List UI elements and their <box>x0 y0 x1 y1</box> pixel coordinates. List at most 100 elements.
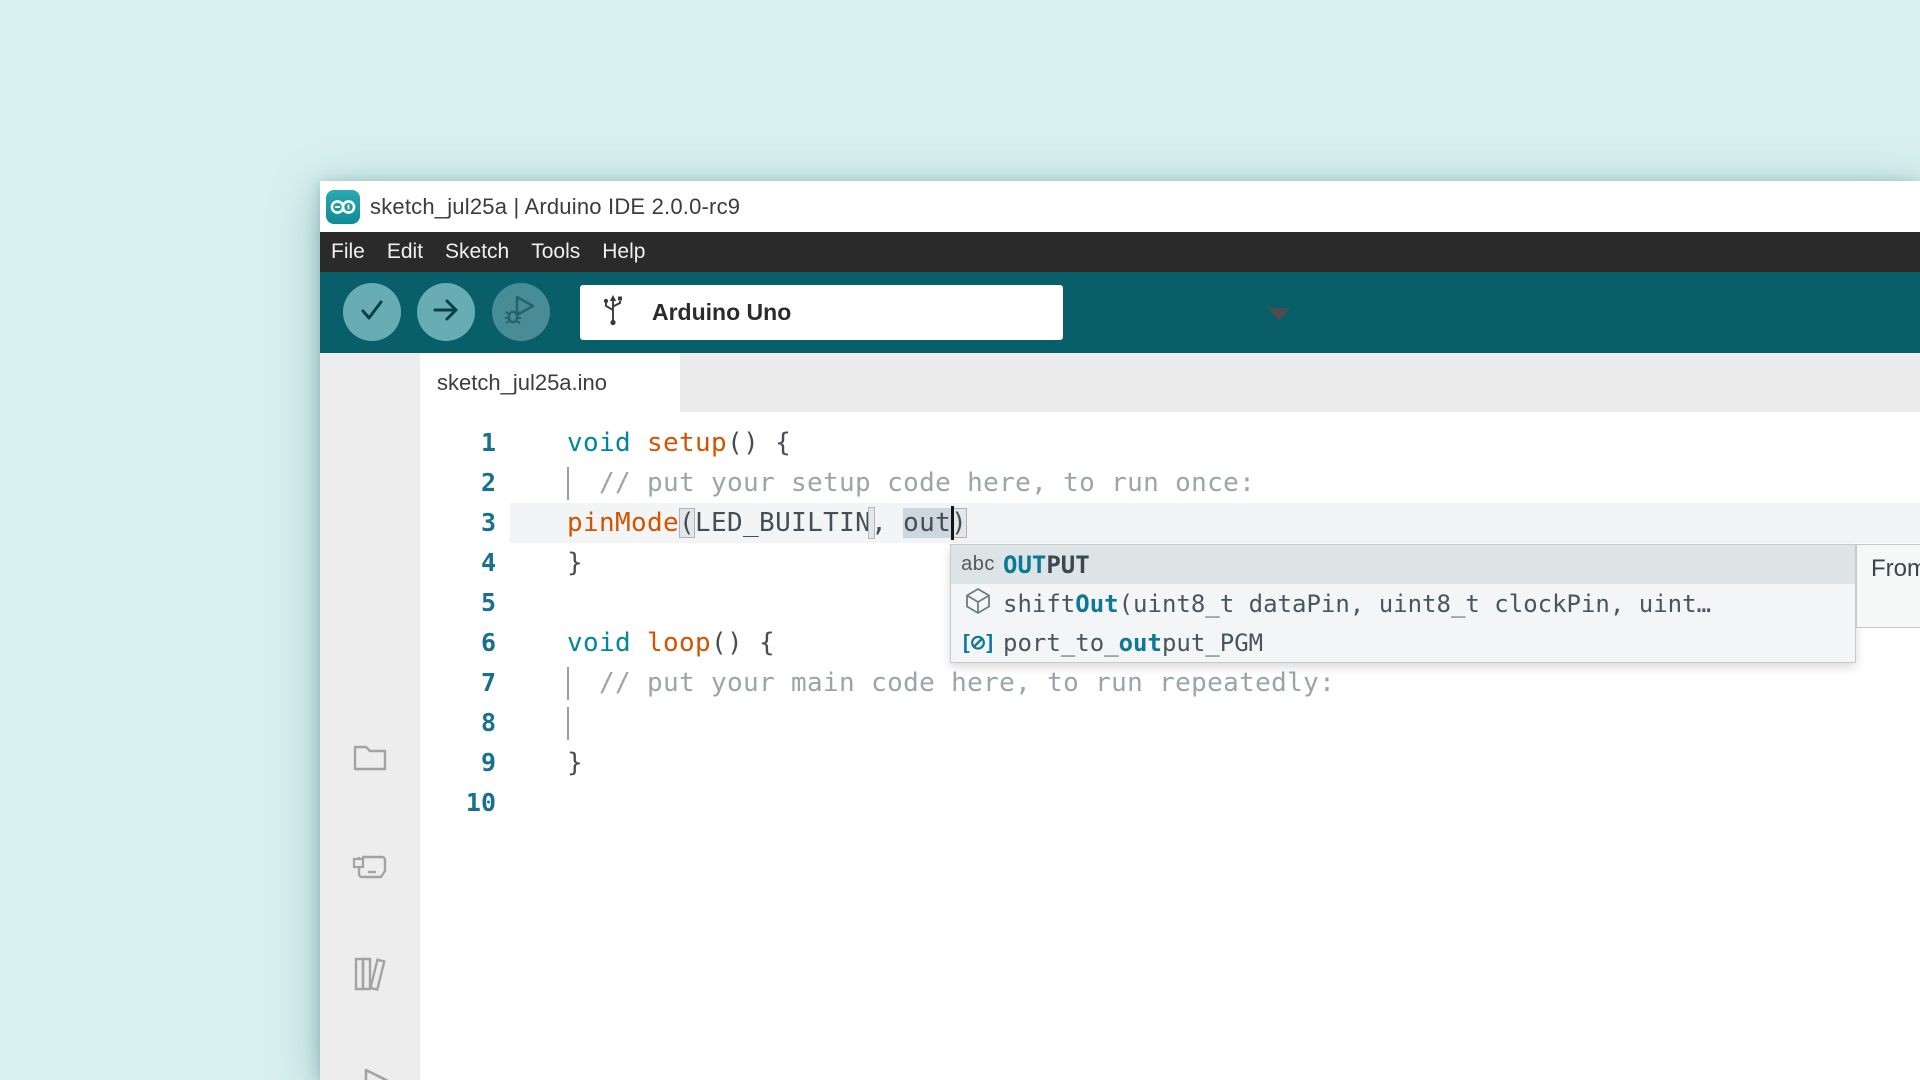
suggestion-item[interactable]: shiftOut(uint8_t dataPin, uint8_t clockP… <box>951 584 1855 623</box>
folder-icon <box>350 764 390 781</box>
code-token: , <box>871 508 903 538</box>
code-line[interactable]: 1void setup() { <box>420 423 1920 463</box>
code-line[interactable]: 8 <box>420 703 1920 743</box>
menu-item-help[interactable]: Help <box>591 232 656 272</box>
code-token: setup <box>647 428 727 458</box>
suggestion-label-part: shift <box>1003 590 1075 618</box>
code-token: () { <box>711 628 775 658</box>
window-title: sketch_jul25a | Arduino IDE 2.0.0-rc9 <box>370 194 740 220</box>
menu-item-sketch[interactable]: Sketch <box>434 232 520 272</box>
suggestion-label-part: put_PGM <box>1162 629 1263 657</box>
suggestion-icon-cell: abc <box>951 553 995 576</box>
suggestion-item[interactable]: [⊘] port_to_output_PGM <box>951 623 1855 662</box>
line-number: 1 <box>420 423 510 463</box>
line-number: 8 <box>420 703 510 743</box>
suggestion-label: port_to_output_PGM <box>1003 629 1263 657</box>
suggestion-label-part: Out <box>1075 590 1118 618</box>
arrow-right-icon <box>429 294 463 331</box>
doc-text: From <box>1871 555 1920 582</box>
indent-guide <box>567 707 569 740</box>
menu-item-file[interactable]: File <box>320 232 376 272</box>
desktop-background: sketch_jul25a | Arduino IDE 2.0.0-rc9 Fi… <box>0 0 1920 1080</box>
code-token <box>869 508 874 538</box>
arduino-logo-icon <box>326 190 360 224</box>
code-line-content[interactable]: // put your setup code here, to run once… <box>510 463 1920 503</box>
line-number: 6 <box>420 623 510 663</box>
code-line[interactable]: 2 // put your setup code here, to run on… <box>420 463 1920 503</box>
line-number: 4 <box>420 543 510 583</box>
suggestion-item[interactable]: abc OUTPUT <box>951 545 1855 584</box>
suggestion-label-part: PUT <box>1046 551 1089 579</box>
indent-guide <box>567 667 569 700</box>
line-number: 9 <box>420 743 510 783</box>
indent-guide <box>567 467 569 500</box>
code-token: void <box>567 428 631 458</box>
code-token: // put your setup code here, to run once… <box>567 468 1255 498</box>
menu-bar: FileEditSketchToolsHelp <box>320 232 1920 272</box>
macro-icon: [⊘] <box>963 630 993 655</box>
suggestion-label-part: port_to_ <box>1003 629 1119 657</box>
sidebar-item-sketchbook[interactable] <box>350 737 390 777</box>
tab-sketch-file[interactable]: sketch_jul25a.ino <box>420 353 680 412</box>
line-number: 3 <box>420 503 510 543</box>
board-icon <box>350 874 390 891</box>
code-line[interactable]: 10 <box>420 783 1920 823</box>
sidebar-item-library-manager[interactable] <box>350 953 390 993</box>
board-selector-dropdown[interactable]: Arduino Uno <box>580 285 1063 340</box>
upload-button[interactable] <box>417 283 475 341</box>
toolbar: Arduino Uno <box>320 272 1920 353</box>
library-icon <box>350 984 394 1001</box>
suggestion-doc-panel: From <box>1856 544 1920 628</box>
line-number: 5 <box>420 583 510 623</box>
editor-tab-strip: sketch_jul25a.ino <box>420 353 1920 412</box>
code-line[interactable]: 3pinMode(LED_BUILTIN, out) <box>420 503 1920 543</box>
suggestion-label: shiftOut(uint8_t dataPin, uint8_t clockP… <box>1003 590 1711 618</box>
code-token: } <box>567 748 583 778</box>
usb-icon <box>600 293 626 332</box>
abc-icon: abc <box>961 553 995 576</box>
cube-icon <box>965 587 991 620</box>
selected-board-name: Arduino Uno <box>652 299 791 326</box>
arduino-ide-window: sketch_jul25a | Arduino IDE 2.0.0-rc9 Fi… <box>320 181 1920 1080</box>
suggestion-icon-cell: [⊘] <box>951 630 995 655</box>
suggestion-label-part: out <box>1119 629 1162 657</box>
verify-button[interactable] <box>343 283 401 341</box>
debug-button[interactable] <box>492 283 550 341</box>
code-token: loop <box>647 628 711 658</box>
code-token: void <box>567 628 631 658</box>
suggestion-label-part: (uint8_t dataPin, uint8_t clockPin, uint… <box>1119 590 1711 618</box>
code-token: LED_BUILTIN <box>695 508 871 538</box>
autocomplete-popup: abc OUTPUT shiftOut(uint8_t dataPin, uint8… <box>950 544 1856 663</box>
code-line-content[interactable]: } <box>510 743 1920 783</box>
menu-item-tools[interactable]: Tools <box>520 232 591 272</box>
code-editor[interactable]: 1void setup() {2 // put your setup code … <box>420 412 1920 1080</box>
debug-icon <box>503 293 539 332</box>
activity-sidebar <box>320 353 420 1080</box>
tab-label: sketch_jul25a.ino <box>420 353 680 412</box>
code-token: () { <box>727 428 791 458</box>
code-line-content[interactable] <box>510 783 1920 823</box>
code-token: } <box>567 548 583 578</box>
code-line-content[interactable]: // put your main code here, to run repea… <box>510 663 1920 703</box>
code-line[interactable]: 7 // put your main code here, to run rep… <box>420 663 1920 703</box>
suggestion-icon-cell <box>951 587 995 620</box>
code-line-content[interactable]: pinMode(LED_BUILTIN, out) <box>510 503 1920 543</box>
menu-item-edit[interactable]: Edit <box>376 232 434 272</box>
code-token: ( <box>679 508 695 538</box>
code-token: pinMode <box>567 508 679 538</box>
code-token <box>631 628 647 658</box>
suggestion-label-part: OUT <box>1003 551 1046 579</box>
code-line-content[interactable]: void setup() { <box>510 423 1920 463</box>
code-line-content[interactable] <box>510 703 1920 743</box>
sidebar-item-debug[interactable] <box>350 1065 390 1080</box>
suggestion-label: OUTPUT <box>1003 551 1090 579</box>
title-bar[interactable]: sketch_jul25a | Arduino IDE 2.0.0-rc9 <box>320 181 1920 232</box>
line-number: 2 <box>420 463 510 503</box>
line-number: 10 <box>420 783 510 823</box>
check-icon <box>356 294 388 331</box>
text-cursor <box>951 506 954 540</box>
code-line[interactable]: 9} <box>420 743 1920 783</box>
line-number: 7 <box>420 663 510 703</box>
sidebar-item-boards-manager[interactable] <box>350 847 390 887</box>
chevron-down-icon <box>1268 308 1290 321</box>
